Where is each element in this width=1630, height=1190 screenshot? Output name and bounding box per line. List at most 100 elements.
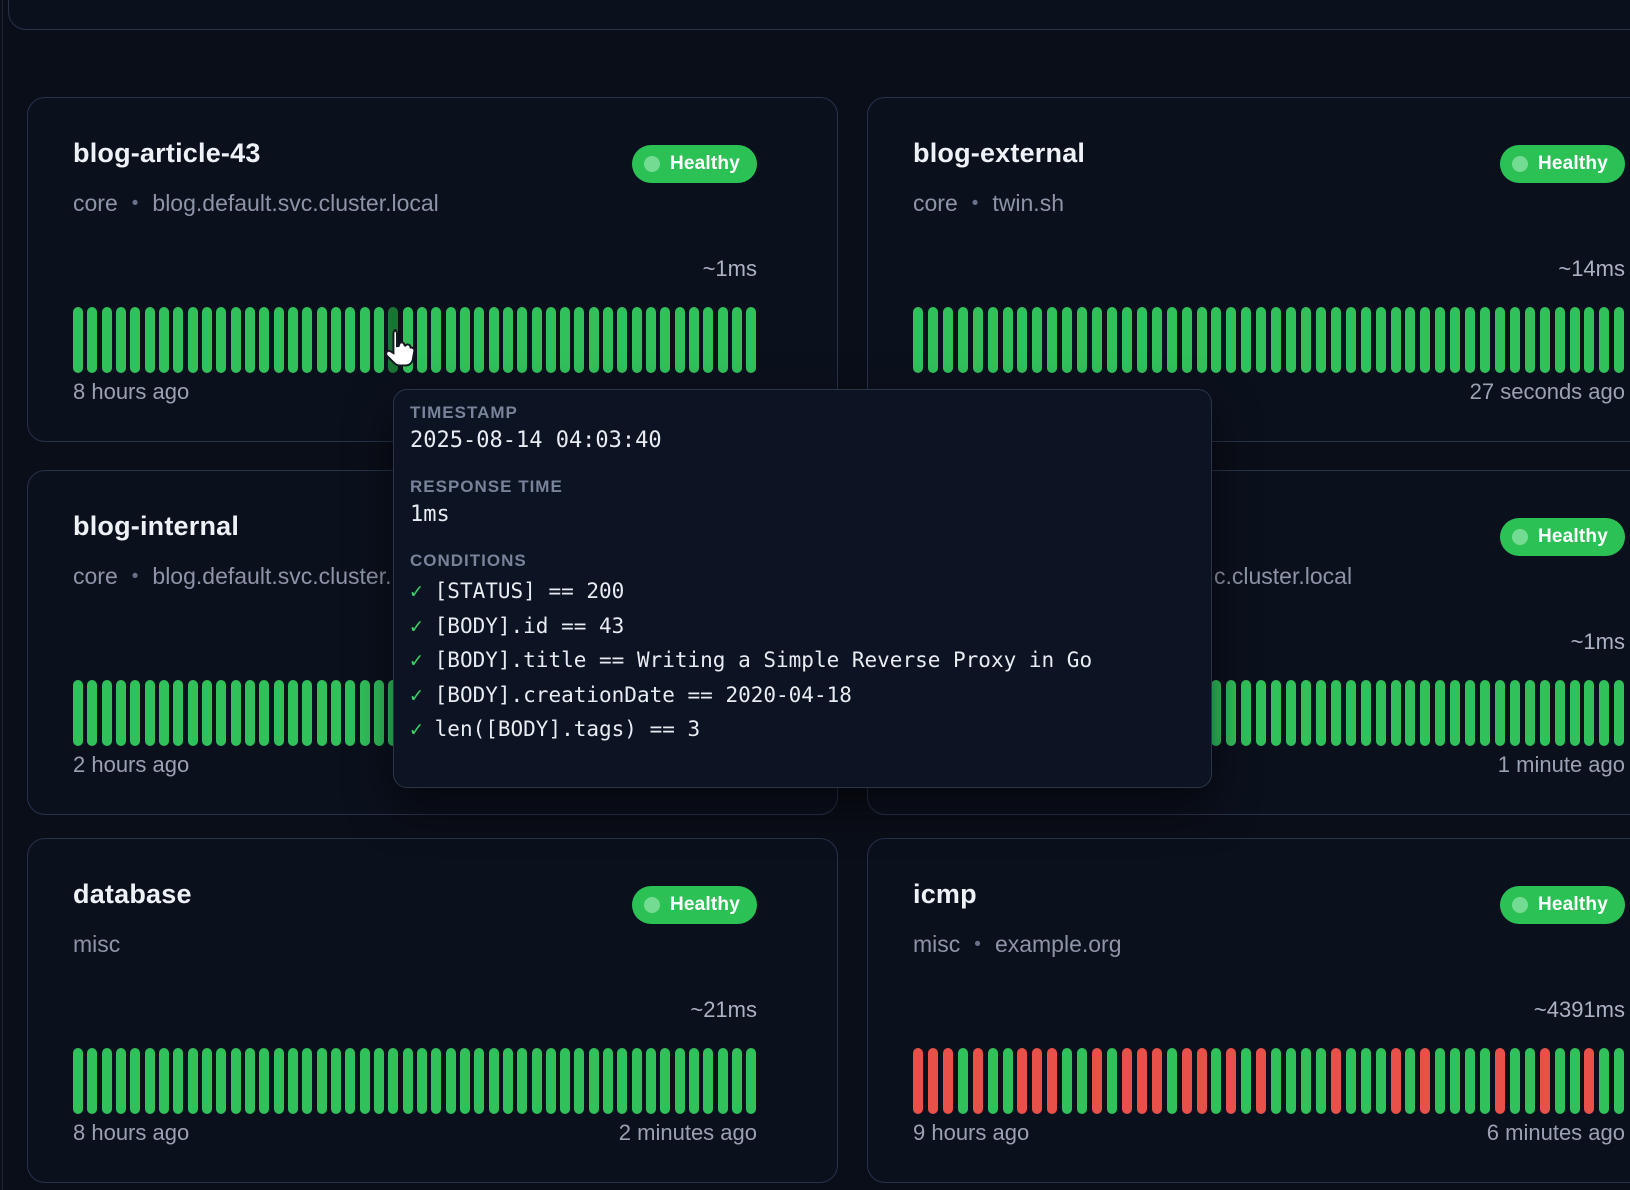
uptime-bar-success[interactable] — [489, 307, 499, 373]
uptime-bar-success[interactable] — [1555, 1048, 1565, 1114]
uptime-bar-success[interactable] — [574, 307, 584, 373]
uptime-bar-success[interactable] — [1346, 680, 1356, 746]
uptime-bar-success[interactable] — [288, 680, 298, 746]
uptime-bar-success[interactable] — [302, 1048, 312, 1114]
uptime-bar-success[interactable] — [1316, 680, 1326, 746]
uptime-bar-success[interactable] — [632, 307, 642, 373]
uptime-bar-success[interactable] — [1599, 680, 1609, 746]
uptime-bar-success[interactable] — [403, 1048, 413, 1114]
uptime-bar-success[interactable] — [1465, 680, 1475, 746]
uptime-bar-success[interactable] — [259, 1048, 269, 1114]
uptime-bar-success[interactable] — [1480, 680, 1490, 746]
uptime-bar-success[interactable] — [145, 1048, 155, 1114]
uptime-bar-success[interactable] — [1540, 680, 1550, 746]
uptime-bar-success[interactable] — [1376, 680, 1386, 746]
uptime-bar-failure[interactable] — [1047, 1048, 1057, 1114]
uptime-bar-success[interactable] — [1286, 307, 1296, 373]
uptime-bar-success[interactable] — [1271, 307, 1281, 373]
uptime-bar-success[interactable] — [1450, 1048, 1460, 1114]
uptime-bar-success[interactable] — [202, 680, 212, 746]
uptime-bar-success[interactable] — [1420, 307, 1430, 373]
uptime-bar-success[interactable] — [1361, 307, 1371, 373]
uptime-bar-success[interactable] — [973, 307, 983, 373]
uptime-bar-success[interactable] — [1450, 307, 1460, 373]
uptime-bar-success[interactable] — [1331, 680, 1341, 746]
uptime-bar-success[interactable] — [718, 1048, 728, 1114]
uptime-bar-success[interactable] — [660, 1048, 670, 1114]
uptime-bar-success[interactable] — [1555, 307, 1565, 373]
uptime-bar-failure[interactable] — [1017, 1048, 1027, 1114]
uptime-bar-success[interactable] — [87, 680, 97, 746]
uptime-bar-success[interactable] — [259, 680, 269, 746]
uptime-bar-failure[interactable] — [1584, 1048, 1594, 1114]
uptime-bar-success[interactable] — [231, 680, 241, 746]
uptime-bar-success[interactable] — [589, 307, 599, 373]
uptime-bar-success[interactable] — [532, 307, 542, 373]
uptime-bar-success[interactable] — [130, 307, 140, 373]
uptime-bar-success[interactable] — [675, 307, 685, 373]
uptime-bar-success[interactable] — [603, 1048, 613, 1114]
uptime-bar-success[interactable] — [1152, 307, 1162, 373]
uptime-bar-success[interactable] — [173, 307, 183, 373]
uptime-bar-success[interactable] — [1361, 680, 1371, 746]
uptime-bar-success[interactable] — [632, 1048, 642, 1114]
uptime-bar-success[interactable] — [102, 307, 112, 373]
uptime-bar-success[interactable] — [1510, 680, 1520, 746]
uptime-bar-success[interactable] — [703, 1048, 713, 1114]
uptime-bar-success[interactable] — [1211, 1048, 1221, 1114]
uptime-bar-success[interactable] — [574, 1048, 584, 1114]
uptime-bar-success[interactable] — [1092, 307, 1102, 373]
uptime-bar-success[interactable] — [1017, 307, 1027, 373]
uptime-bar-success[interactable] — [231, 1048, 241, 1114]
uptime-bar-success[interactable] — [388, 1048, 398, 1114]
uptime-bar-success[interactable] — [274, 307, 284, 373]
uptime-bar-success[interactable] — [1405, 680, 1415, 746]
uptime-bar-success[interactable] — [73, 307, 83, 373]
uptime-bar-success[interactable] — [73, 680, 83, 746]
uptime-bar-success[interactable] — [446, 307, 456, 373]
uptime-bar-failure[interactable] — [1391, 1048, 1401, 1114]
uptime-bar-failure[interactable] — [1152, 1048, 1162, 1114]
uptime-bar-failure[interactable] — [943, 1048, 953, 1114]
uptime-bar-success[interactable] — [345, 1048, 355, 1114]
uptime-bar-success[interactable] — [73, 1048, 83, 1114]
uptime-bar-success[interactable] — [1271, 680, 1281, 746]
uptime-bar-success[interactable] — [188, 680, 198, 746]
uptime-bar-failure[interactable] — [1256, 1048, 1266, 1114]
uptime-bar-failure[interactable] — [1197, 1048, 1207, 1114]
uptime-bar-success[interactable] — [1450, 680, 1460, 746]
uptime-bar-success[interactable] — [1480, 1048, 1490, 1114]
uptime-bar-success[interactable] — [188, 1048, 198, 1114]
uptime-bar-success[interactable] — [1286, 680, 1296, 746]
uptime-bar-success[interactable] — [1167, 1048, 1177, 1114]
uptime-bar-success[interactable] — [603, 307, 613, 373]
uptime-bar-success[interactable] — [489, 1048, 499, 1114]
uptime-bar-success[interactable] — [417, 1048, 427, 1114]
uptime-bar-success[interactable] — [159, 680, 169, 746]
uptime-bar-success[interactable] — [216, 1048, 226, 1114]
uptime-bar-success[interactable] — [302, 307, 312, 373]
uptime-bar-failure[interactable] — [1331, 1048, 1341, 1114]
uptime-bar-success[interactable] — [1361, 1048, 1371, 1114]
uptime-bar-success[interactable] — [503, 1048, 513, 1114]
uptime-bar-success[interactable] — [1226, 680, 1236, 746]
uptime-bar-success[interactable] — [1510, 307, 1520, 373]
uptime-bar-success[interactable] — [958, 1048, 968, 1114]
uptime-bar-success[interactable] — [331, 680, 341, 746]
uptime-bar-success[interactable] — [1555, 680, 1565, 746]
uptime-bar-success[interactable] — [360, 1048, 370, 1114]
uptime-bar-success[interactable] — [1584, 680, 1594, 746]
uptime-bar-success[interactable] — [517, 1048, 527, 1114]
uptime-bar-success[interactable] — [374, 680, 384, 746]
uptime-bar-success[interactable] — [317, 680, 327, 746]
uptime-bar-success[interactable] — [331, 307, 341, 373]
uptime-bar-success[interactable] — [503, 307, 513, 373]
uptime-bar-success[interactable] — [1525, 1048, 1535, 1114]
uptime-bar-success[interactable] — [1107, 307, 1117, 373]
uptime-bar-success[interactable] — [589, 1048, 599, 1114]
uptime-bar-success[interactable] — [988, 307, 998, 373]
uptime-bar-success[interactable] — [130, 680, 140, 746]
uptime-bar-success[interactable] — [145, 307, 155, 373]
uptime-bar-success[interactable] — [1614, 1048, 1624, 1114]
uptime-bar-success[interactable] — [1211, 680, 1221, 746]
